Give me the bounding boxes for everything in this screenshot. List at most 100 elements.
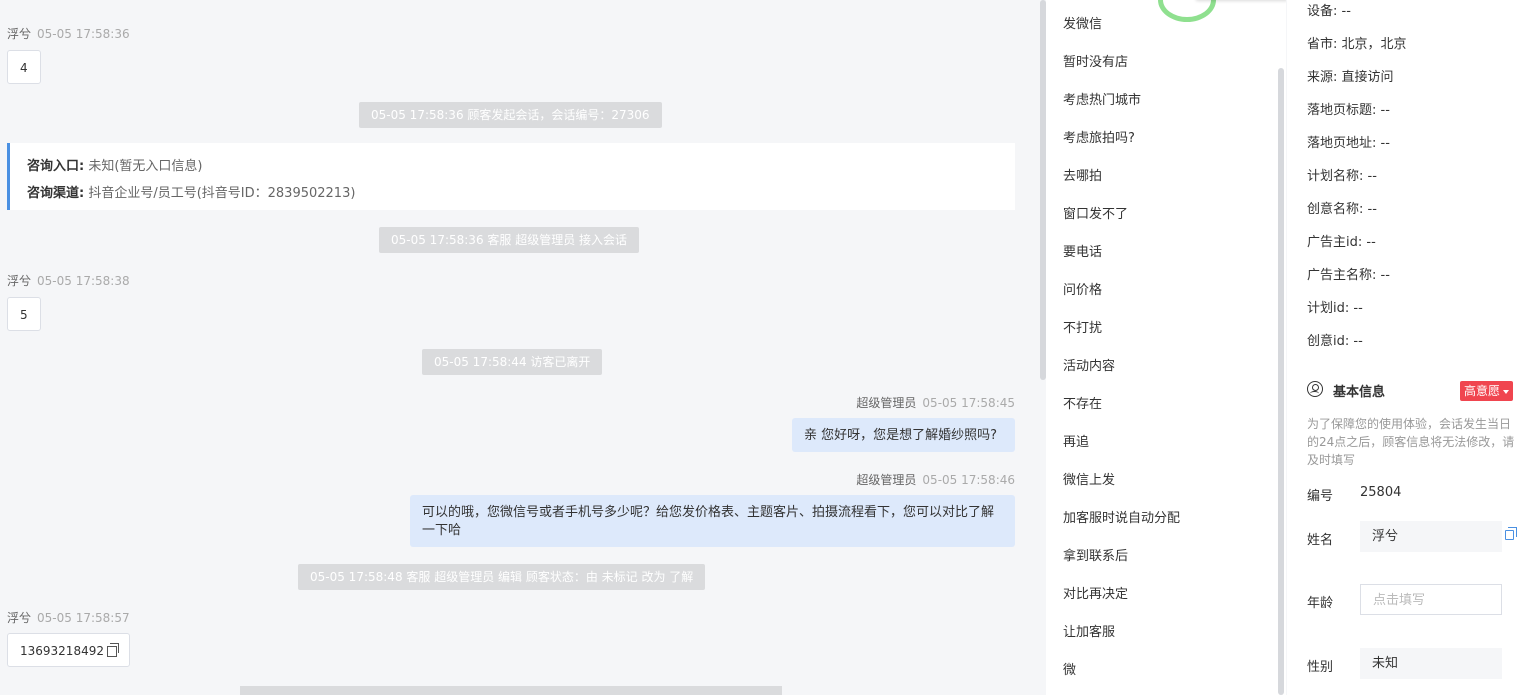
info-row-advertiser-name: 广告主名称: -- — [1307, 264, 1390, 283]
quick-reply-item[interactable]: 拿到联系后 — [1063, 545, 1128, 564]
consult-entry-row: 咨询入口: 未知(暂无入口信息) — [27, 153, 998, 180]
info-value: -- — [1380, 103, 1390, 118]
name-field[interactable]: 浮兮 — [1360, 521, 1502, 552]
info-row-landing-title: 落地页标题: -- — [1307, 99, 1390, 118]
quick-reply-item[interactable]: 对比再决定 — [1063, 583, 1128, 602]
info-value: 直接访问 — [1341, 70, 1394, 85]
info-value: 北京，北京 — [1341, 37, 1407, 52]
quick-reply-item[interactable]: 微信上发 — [1063, 469, 1115, 488]
message-sender: 浮兮 05-05 17:58:57 — [7, 609, 130, 626]
loading-indicator — [1158, 0, 1216, 22]
consult-entry-label: 咨询入口: — [27, 159, 85, 174]
message-time: 05-05 17:58:36 — [37, 27, 130, 41]
consult-info-card: 咨询入口: 未知(暂无入口信息) 咨询渠道: 抖音企业号/员工号(抖音号ID：2… — [7, 143, 1015, 210]
id-label: 编号 — [1307, 489, 1334, 504]
user-icon — [1307, 381, 1323, 397]
info-value: -- — [1380, 268, 1390, 283]
info-row-plan-id: 计划id: -- — [1307, 297, 1363, 316]
info-value: -- — [1366, 235, 1376, 250]
info-label: 广告主id: — [1307, 235, 1363, 250]
info-label: 落地页标题: — [1307, 103, 1377, 118]
system-message: 05-05 17:58:48 客服 超级管理员 编辑 顾客状态：由 未标记 改为… — [298, 564, 706, 590]
consult-channel-value: 抖音企业号/员工号(抖音号ID：2839502213) — [88, 186, 356, 201]
outgoing-message: 可以的哦，您微信号或者手机号多少呢？给您发价格表、主题客片、拍摄流程看下，您可以… — [410, 495, 1015, 547]
intent-badge-label: 高意愿 — [1464, 384, 1501, 398]
sender-name: 浮兮 — [7, 27, 32, 41]
info-row-device: 设备: -- — [1307, 0, 1351, 19]
message-time: 05-05 17:58:38 — [37, 274, 130, 288]
visitor-info-panel: 设备: -- 省市: 北京，北京 来源: 直接访问 落地页标题: -- 落地页地… — [1287, 0, 1518, 695]
basic-info-title: 基本信息 — [1333, 385, 1386, 400]
info-value: -- — [1353, 334, 1363, 349]
quick-reply-item[interactable]: 不存在 — [1063, 393, 1102, 412]
incoming-message: 4 — [7, 50, 41, 84]
info-row-region: 省市: 北京，北京 — [1307, 33, 1407, 52]
edit-icon[interactable] — [1505, 527, 1517, 540]
quick-reply-item[interactable]: 不打扰 — [1063, 317, 1102, 336]
basic-info-notice: 为了保障您的使用体验，会话发生当日的24点之后，顾客信息将无法修改，请及时填写 — [1307, 417, 1515, 467]
intent-badge-dropdown[interactable]: 高意愿 — [1460, 381, 1514, 401]
quick-reply-item[interactable]: 窗口发不了 — [1063, 203, 1128, 222]
info-row-creative-id: 创意id: -- — [1307, 330, 1363, 349]
info-value: -- — [1353, 301, 1363, 316]
info-row-creative-name: 创意名称: -- — [1307, 198, 1377, 217]
info-row-plan-name: 计划名称: -- — [1307, 165, 1377, 184]
info-label: 广告主名称: — [1307, 268, 1377, 283]
quick-reply-item[interactable]: 微 — [1063, 659, 1076, 678]
message-sender: 超级管理员 05-05 17:58:46 — [856, 471, 1015, 488]
info-value: -- — [1380, 136, 1390, 151]
quick-reply-item[interactable]: 考虑热门城市 — [1063, 89, 1141, 108]
quick-reply-item[interactable]: 让加客服 — [1063, 621, 1115, 640]
info-value: -- — [1341, 4, 1351, 19]
quick-reply-scrollbar[interactable] — [1278, 68, 1284, 695]
phone-number-text: 13693218492 — [20, 644, 104, 658]
sender-name: 浮兮 — [7, 274, 32, 288]
quick-reply-item[interactable]: 加客服时说自动分配 — [1063, 507, 1180, 526]
info-label: 省市: — [1307, 37, 1338, 52]
chat-panel: 浮兮 05-05 17:58:36 4 05-05 17:58:36 顾客发起会话… — [0, 0, 1030, 695]
name-label: 姓名 — [1307, 533, 1334, 548]
info-label: 落地页地址: — [1307, 136, 1377, 151]
sender-name: 超级管理员 — [856, 396, 917, 410]
message-sender: 浮兮 05-05 17:58:36 — [7, 25, 130, 42]
system-message-partial — [240, 686, 782, 695]
message-time: 05-05 17:58:57 — [37, 611, 130, 625]
info-value: -- — [1367, 169, 1377, 184]
id-value: 25804 — [1360, 485, 1402, 500]
system-message: 05-05 17:58:36 顾客发起会话，会话编号：27306 — [359, 102, 662, 128]
message-sender: 浮兮 05-05 17:58:38 — [7, 272, 130, 289]
consult-entry-value: 未知(暂无入口信息) — [88, 159, 203, 174]
quick-reply-item[interactable]: 考虑旅拍吗? — [1063, 127, 1135, 146]
age-field[interactable]: 点击填写 — [1360, 584, 1502, 615]
system-message: 05-05 17:58:36 客服 超级管理员 接入会话 — [379, 227, 640, 253]
info-label: 创意名称: — [1307, 202, 1364, 217]
info-row-source: 来源: 直接访问 — [1307, 66, 1394, 85]
consult-channel-label: 咨询渠道: — [27, 186, 85, 201]
age-label: 年龄 — [1307, 596, 1334, 611]
quick-reply-item[interactable]: 问价格 — [1063, 279, 1102, 298]
consult-channel-row: 咨询渠道: 抖音企业号/员工号(抖音号ID：2839502213) — [27, 180, 998, 207]
system-message: 05-05 17:58:44 访客已离开 — [422, 349, 603, 375]
quick-reply-item[interactable]: 发微信 — [1063, 13, 1102, 32]
gender-field[interactable]: 未知 — [1360, 648, 1502, 679]
incoming-message: 5 — [7, 297, 41, 331]
info-row-advertiser-id: 广告主id: -- — [1307, 231, 1376, 250]
copy-icon[interactable] — [106, 643, 119, 657]
outgoing-message: 亲 您好呀，您是想了解婚纱照吗? — [792, 418, 1015, 452]
info-label: 计划名称: — [1307, 169, 1364, 184]
incoming-message: 13693218492 — [7, 633, 130, 667]
info-label: 计划id: — [1307, 301, 1350, 316]
caret-down-icon — [1503, 389, 1510, 394]
sender-name: 超级管理员 — [856, 473, 917, 487]
quick-reply-item[interactable]: 去哪拍 — [1063, 165, 1102, 184]
quick-reply-item[interactable]: 要电话 — [1063, 241, 1102, 260]
sender-name: 浮兮 — [7, 611, 32, 625]
quick-reply-panel: 发微信 暂时没有店 考虑热门城市 考虑旅拍吗? 去哪拍 窗口发不了 要电话 问价… — [1046, 0, 1286, 695]
quick-reply-item[interactable]: 再追 — [1063, 431, 1089, 450]
info-row-landing-url: 落地页地址: -- — [1307, 132, 1390, 151]
quick-reply-item[interactable]: 活动内容 — [1063, 355, 1115, 374]
info-label: 创意id: — [1307, 334, 1350, 349]
message-time: 05-05 17:58:46 — [922, 473, 1015, 487]
info-label: 来源: — [1307, 70, 1338, 85]
quick-reply-item[interactable]: 暂时没有店 — [1063, 51, 1128, 70]
